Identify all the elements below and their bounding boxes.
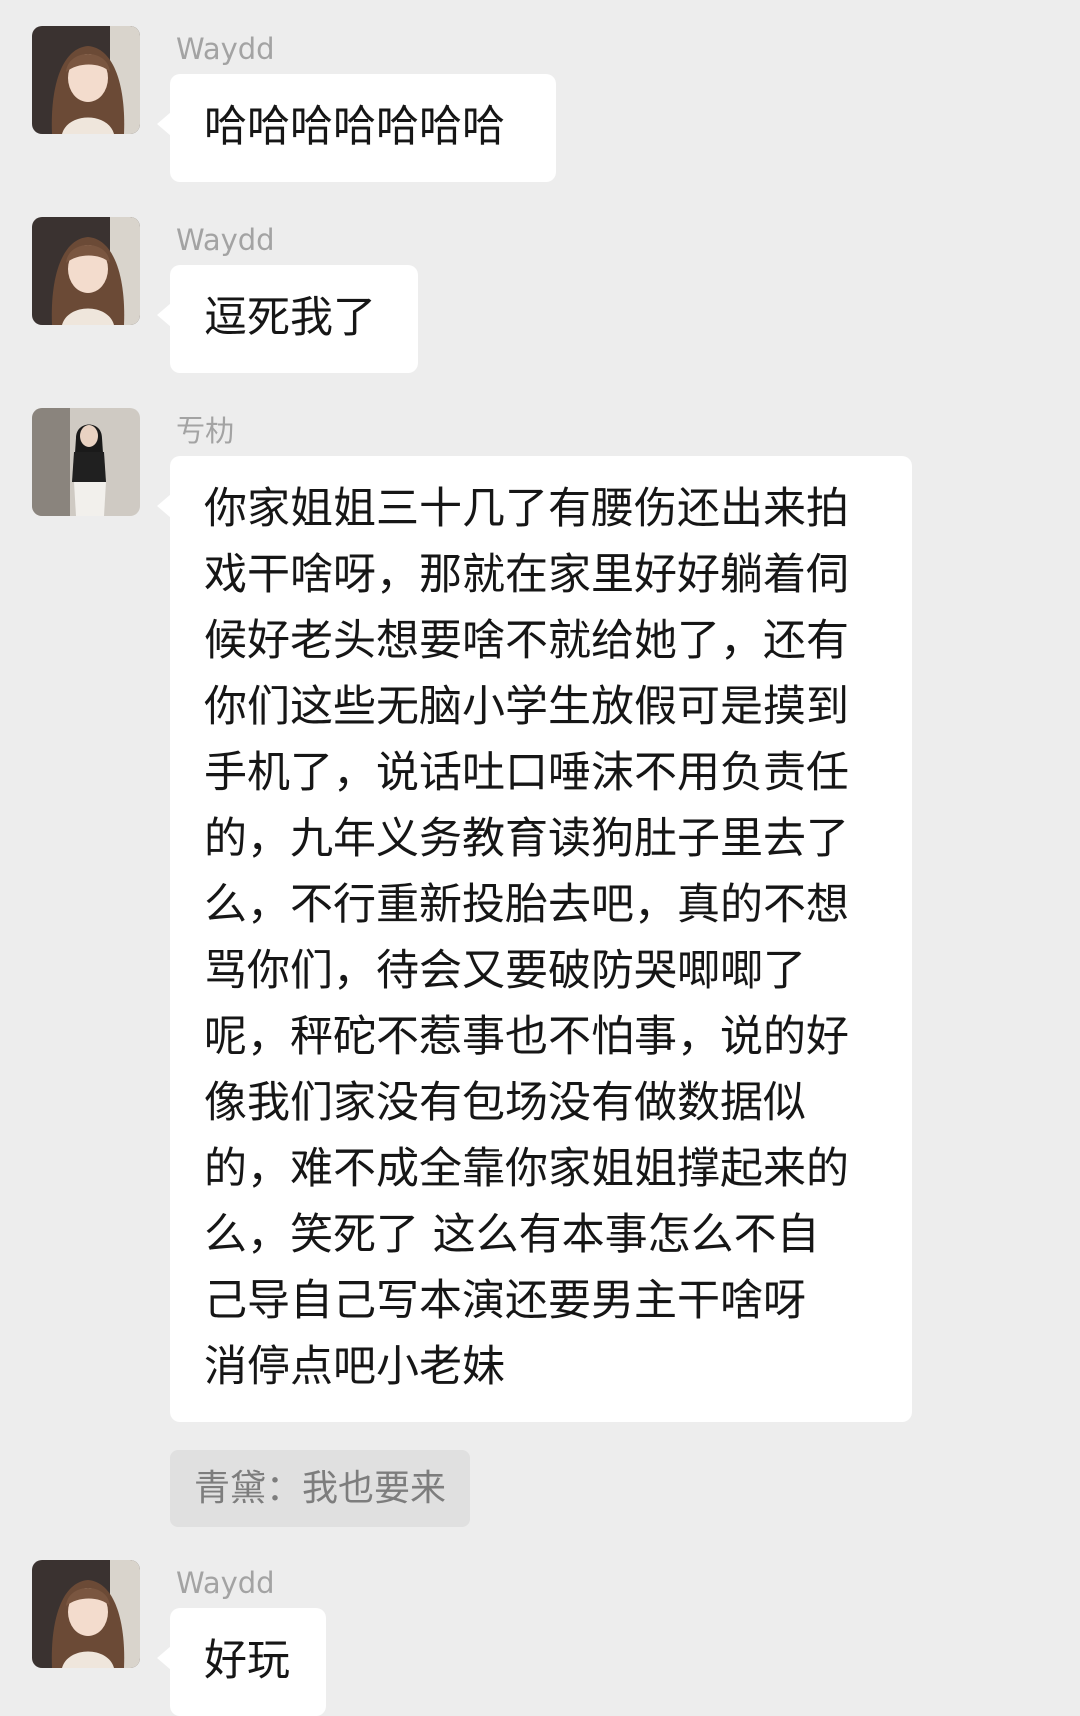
message-text: 逗死我了 bbox=[204, 293, 376, 343]
avatar[interactable] bbox=[32, 217, 140, 325]
sender-name: Waydd bbox=[176, 1566, 275, 1600]
message-text-line: 候好老头想要啥不就给她了，还有 bbox=[204, 616, 849, 666]
message-text-line: 己导自己写本演还要男主干啥呀 bbox=[204, 1276, 806, 1326]
sender-name: Waydd bbox=[176, 223, 275, 257]
message-text: 好玩 bbox=[204, 1636, 290, 1686]
avatar[interactable] bbox=[32, 26, 140, 134]
message-text-line: 么，笑死了 这么有本事怎么不自 bbox=[204, 1210, 820, 1260]
message-text-line: 消停点吧小老妹 bbox=[204, 1342, 505, 1392]
avatar[interactable] bbox=[32, 408, 140, 516]
message-text: 哈哈哈哈哈哈哈 bbox=[204, 102, 505, 152]
avatar[interactable] bbox=[32, 1560, 140, 1668]
quoted-message[interactable]: 青黛：我也要来 bbox=[170, 1450, 471, 1527]
message-bubble[interactable]: 好玩 bbox=[157, 1608, 326, 1716]
message-bubble[interactable]: 逗死我了 bbox=[157, 265, 418, 373]
message-bubble[interactable]: 你家姐姐三十几了有腰伤还出来拍 戏干啥呀，那就在家里好好躺着伺 候好老头想要啥不… bbox=[157, 456, 912, 1422]
message-text-line: 么，不行重新投胎去吧，真的不想 bbox=[204, 880, 849, 930]
message-text-line: 你家姐姐三十几了有腰伤还出来拍 bbox=[204, 484, 849, 534]
message-text-line: 戏干啥呀，那就在家里好好躺着伺 bbox=[204, 550, 849, 600]
message-text-line: 骂你们，待会又要破防哭唧唧了 bbox=[204, 946, 806, 996]
message-text-line: 呢，秤砣不惹事也不怕事，说的好 bbox=[204, 1012, 849, 1062]
message-text-line: 手机了，说话吐口唾沫不用负责任 bbox=[204, 748, 849, 798]
message-bubble[interactable]: 哈哈哈哈哈哈哈 bbox=[157, 74, 556, 182]
message-text-line: 的，难不成全靠你家姐姐撑起来的 bbox=[204, 1144, 849, 1194]
message-text-line: 的，九年义务教育读狗肚子里去了 bbox=[204, 814, 849, 864]
sender-name: 亐朸 bbox=[176, 414, 235, 448]
message-text-line: 像我们家没有包场没有做数据似 bbox=[204, 1078, 806, 1128]
sender-name: Waydd bbox=[176, 32, 275, 66]
message-text-line: 你们这些无脑小学生放假可是摸到 bbox=[204, 682, 849, 732]
